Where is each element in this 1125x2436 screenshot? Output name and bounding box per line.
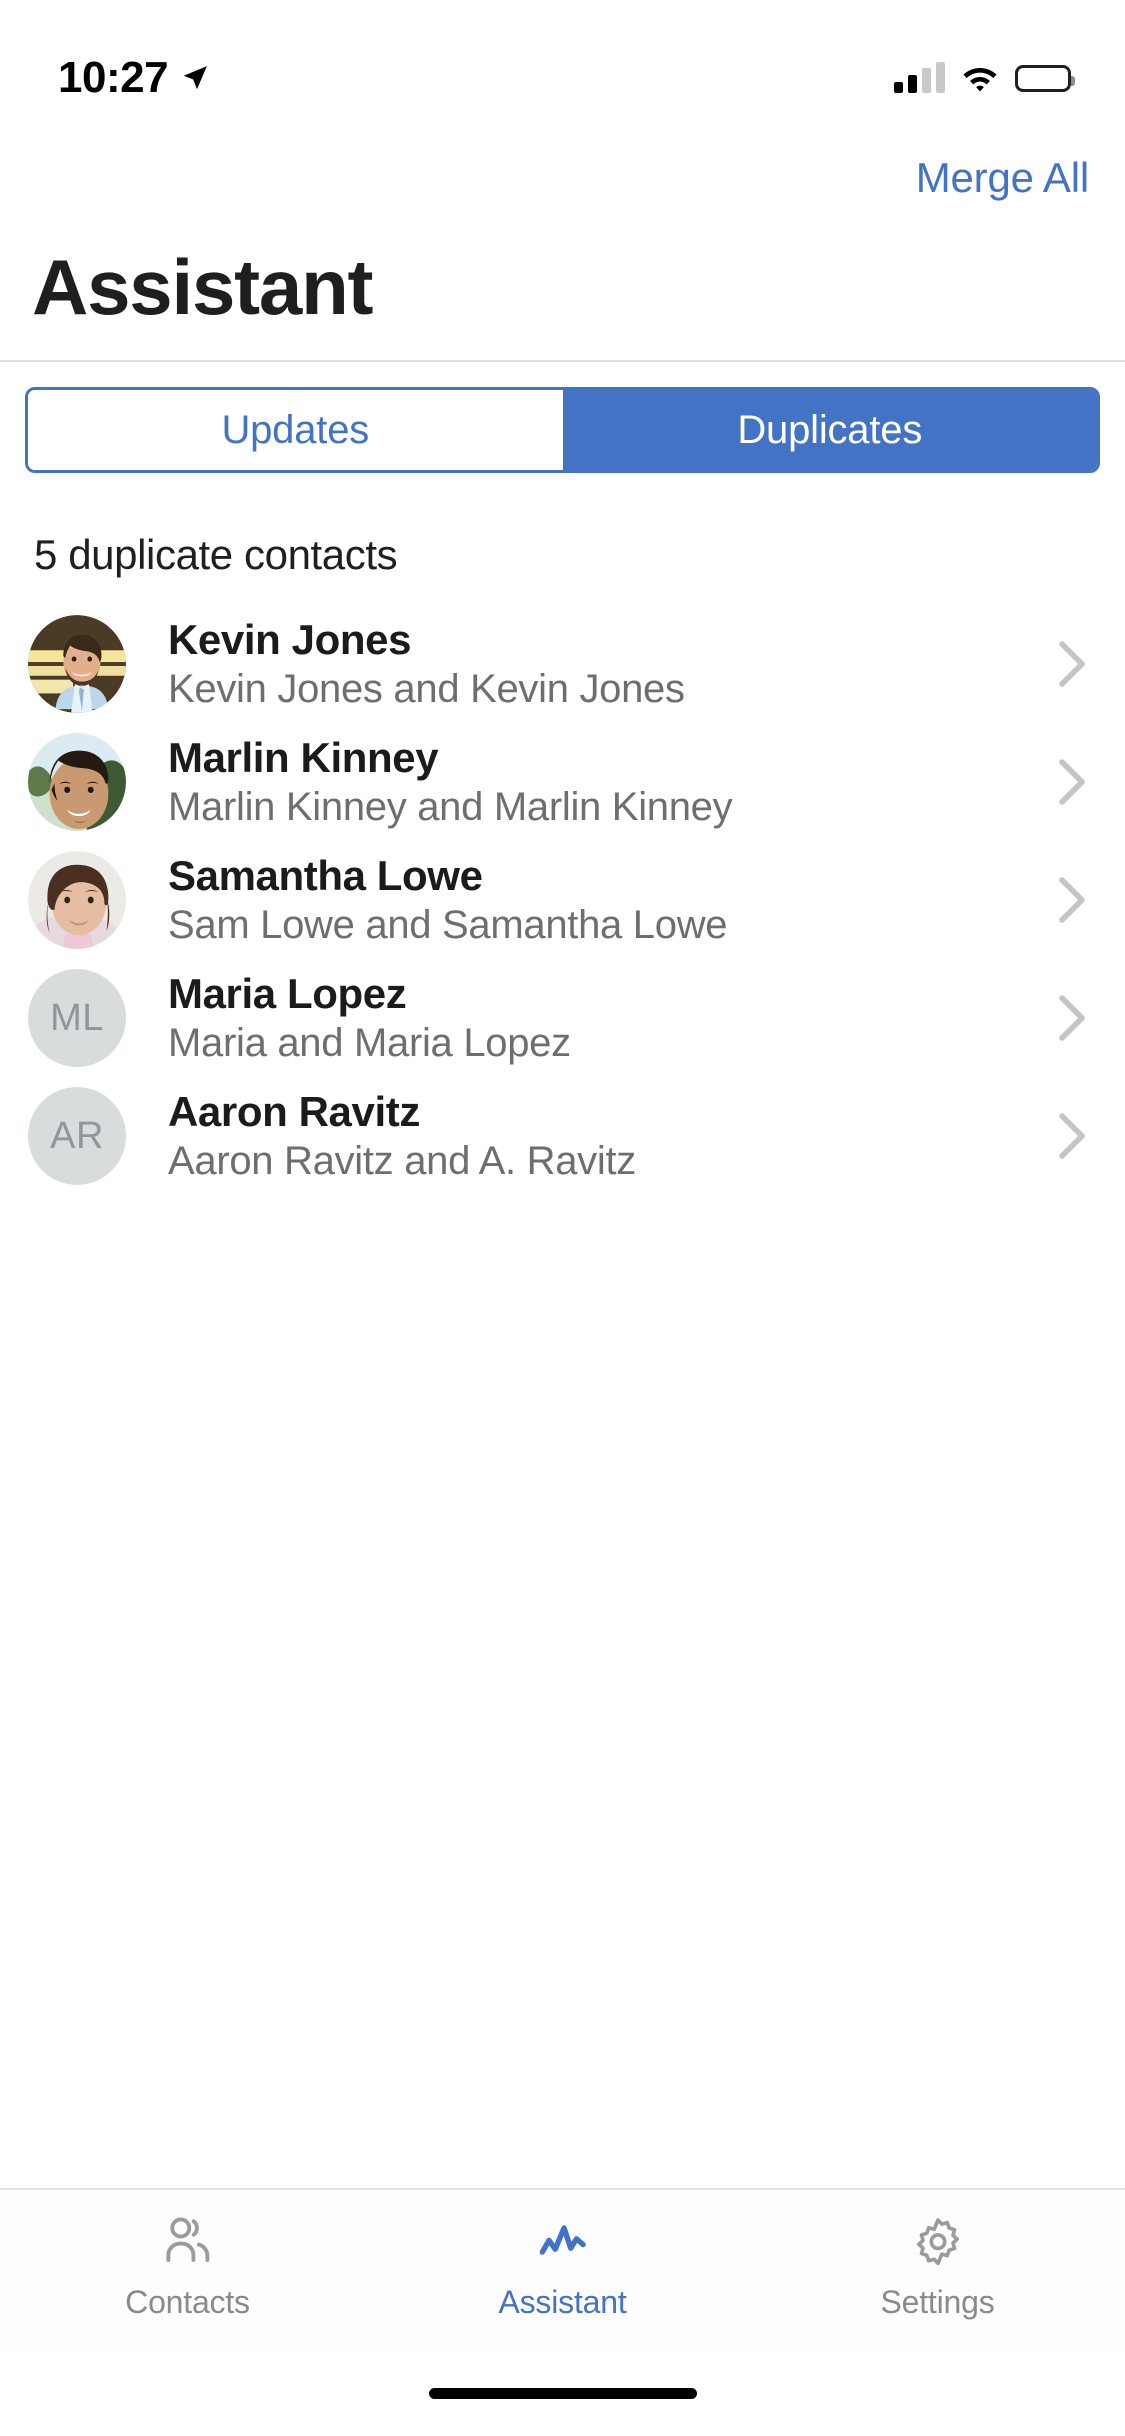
table-row[interactable]: ML Maria Lopez Maria and Maria Lopez xyxy=(0,959,1125,1077)
battery-full-icon xyxy=(1015,64,1075,92)
duplicates-list: 5 duplicate contacts Kevin Jones Kevin J… xyxy=(0,473,1125,2188)
row-text: Kevin Jones Kevin Jones and Kevin Jones xyxy=(126,616,1055,711)
table-row[interactable]: Marlin Kinney Marlin Kinney and Marlin K… xyxy=(0,723,1125,841)
duplicate-count-label: 5 duplicate contacts xyxy=(34,531,398,578)
status-bar-clock: 10:27 xyxy=(58,53,169,102)
contact-subtitle: Maria and Maria Lopez xyxy=(168,1020,571,1065)
avatar-initials-maria-lopez: ML xyxy=(28,969,126,1067)
segmented-control: Updates Duplicates xyxy=(25,387,1100,473)
tab-duplicates[interactable]: Duplicates xyxy=(562,390,1097,470)
gear-icon xyxy=(916,2218,959,2266)
chevron-right-icon[interactable] xyxy=(1055,757,1089,807)
avatar-photo-samantha-lowe xyxy=(28,851,126,949)
tab-assistant[interactable]: Assistant xyxy=(375,2212,750,2321)
tab-label-settings: Settings xyxy=(880,2284,995,2320)
contact-name: Marlin Kinney xyxy=(168,734,439,782)
status-bar: 10:27 xyxy=(0,0,1125,132)
home-indicator[interactable] xyxy=(428,2387,697,2399)
avatar-initials-aaron-ravitz: AR xyxy=(28,1087,126,1185)
table-row[interactable]: AR Aaron Ravitz Aaron Ravitz and A. Ravi… xyxy=(0,1077,1125,1195)
contact-name: Maria Lopez xyxy=(168,970,407,1018)
app-screen: 10:27 Merge All Assistant Updates Duplic… xyxy=(0,0,1125,2436)
tab-bar: Contacts Assistant Settings xyxy=(0,2190,1125,2350)
location-arrow-icon xyxy=(183,66,207,90)
table-row[interactable]: Kevin Jones Kevin Jones and Kevin Jones xyxy=(0,605,1125,723)
row-text: Samantha Lowe Sam Lowe and Samantha Lowe xyxy=(126,852,1055,947)
tab-contacts[interactable]: Contacts xyxy=(0,2212,375,2321)
contact-subtitle: Kevin Jones and Kevin Jones xyxy=(168,666,685,711)
avatar-photo-kevin-jones xyxy=(28,615,126,713)
row-text: Marlin Kinney Marlin Kinney and Marlin K… xyxy=(126,734,1055,829)
status-bar-right xyxy=(894,62,1075,93)
contact-name: Kevin Jones xyxy=(168,616,412,664)
tab-updates[interactable]: Updates xyxy=(28,390,563,470)
chevron-right-icon[interactable] xyxy=(1055,1111,1089,1161)
segmented-control-wrap: Updates Duplicates xyxy=(0,362,1125,473)
row-text: Maria Lopez Maria and Maria Lopez xyxy=(126,970,1055,1065)
avatar-photo-marlin-kinney xyxy=(28,733,126,831)
row-text: Aaron Ravitz Aaron Ravitz and A. Ravitz xyxy=(126,1088,1055,1183)
people-icon xyxy=(165,2217,209,2262)
cellular-signal-icon xyxy=(894,62,945,93)
chevron-right-icon[interactable] xyxy=(1055,875,1089,925)
contact-subtitle: Aaron Ravitz and A. Ravitz xyxy=(168,1138,636,1183)
table-row[interactable]: Samantha Lowe Sam Lowe and Samantha Lowe xyxy=(0,841,1125,959)
wifi-icon xyxy=(963,68,997,92)
tab-label-contacts: Contacts xyxy=(125,2284,250,2320)
merge-all-button[interactable]: Merge All xyxy=(916,154,1089,202)
contact-name: Aaron Ravitz xyxy=(168,1088,420,1136)
contact-subtitle: Sam Lowe and Samantha Lowe xyxy=(168,902,728,947)
home-indicator-area xyxy=(0,2350,1125,2436)
nav-bar: Merge All xyxy=(0,132,1125,224)
tab-settings[interactable]: Settings xyxy=(750,2212,1125,2321)
pulse-icon xyxy=(539,2225,586,2255)
contact-name: Samantha Lowe xyxy=(168,852,483,900)
page-title: Assistant xyxy=(32,243,374,331)
contact-subtitle: Marlin Kinney and Marlin Kinney xyxy=(168,784,733,829)
chevron-right-icon[interactable] xyxy=(1055,993,1089,1043)
chevron-right-icon[interactable] xyxy=(1055,639,1089,689)
status-bar-left: 10:27 xyxy=(58,53,210,103)
tab-label-assistant: Assistant xyxy=(498,2284,627,2320)
